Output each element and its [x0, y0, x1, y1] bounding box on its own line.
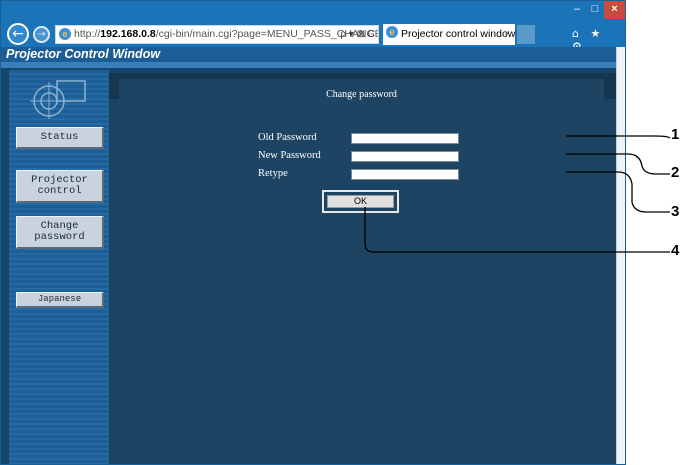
callout-number-3: 3: [671, 203, 680, 220]
callout-line-1: [566, 135, 671, 139]
callout-lines: [364, 135, 671, 253]
callout-line-4: [364, 207, 670, 253]
callout-line-2: [566, 153, 670, 175]
callout-number-1: 1: [671, 126, 680, 143]
callout-number-4: 4: [671, 242, 680, 259]
callout-number-2: 2: [671, 164, 680, 181]
callout-line-3: [566, 171, 670, 213]
